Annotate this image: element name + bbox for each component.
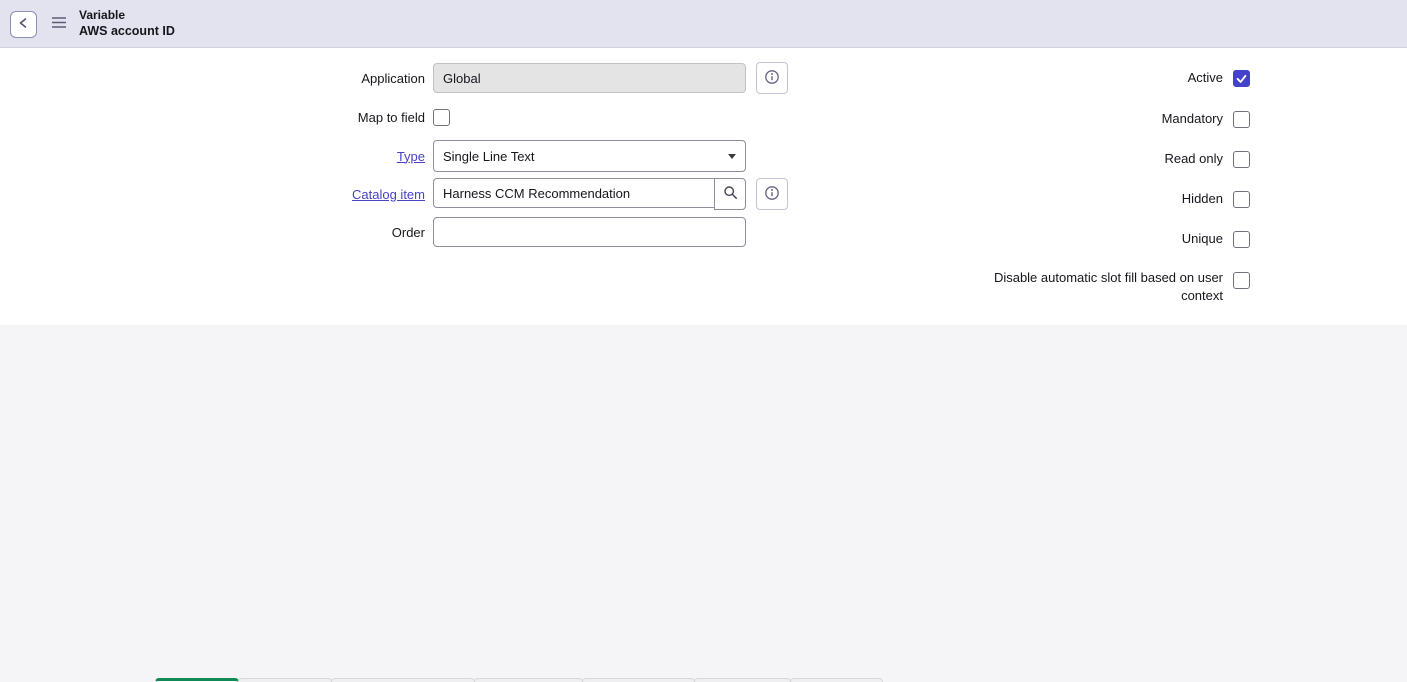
catalog-item-info-button[interactable] (756, 178, 788, 210)
header-bar: Variable AWS account ID (0, 0, 1407, 48)
mandatory-checkbox[interactable] (1233, 111, 1250, 128)
active-label: Active (973, 69, 1223, 87)
read-only-label: Read only (973, 150, 1223, 168)
hamburger-icon (51, 16, 67, 32)
catalog-item-row: Catalog item (0, 178, 788, 210)
tab-auto-populate[interactable]: Auto-populate (582, 678, 695, 682)
hidden-row: Hidden (973, 183, 1250, 215)
checkmark-icon (1235, 72, 1248, 85)
tab-question[interactable]: Question (155, 678, 239, 682)
record-type: Variable (79, 8, 175, 23)
disable-slot-fill-label: Disable automatic slot fill based on use… (973, 269, 1223, 305)
hidden-label: Hidden (973, 190, 1223, 208)
unique-checkbox[interactable] (1233, 231, 1250, 248)
type-select-value: Single Line Text (443, 149, 535, 164)
map-to-field-label: Map to field (0, 110, 425, 125)
order-label: Order (0, 225, 425, 240)
info-icon (764, 69, 780, 88)
order-row: Order (0, 216, 746, 248)
type-select[interactable]: Single Line Text (433, 140, 746, 172)
chevron-down-icon (728, 154, 736, 159)
active-row: Active (973, 62, 1250, 94)
application-input[interactable] (433, 63, 746, 93)
catalog-item-reference-field (433, 178, 746, 210)
unique-row: Unique (973, 223, 1250, 255)
catalog-item-input[interactable] (433, 178, 714, 208)
catalog-item-label-link[interactable]: Catalog item (0, 187, 425, 202)
type-label-link[interactable]: Type (0, 149, 425, 164)
application-label: Application (0, 71, 425, 86)
back-button[interactable] (10, 11, 37, 38)
record-header: Variable AWS account ID (79, 8, 175, 39)
hidden-checkbox[interactable] (1233, 191, 1250, 208)
tab-availability[interactable]: Availability (790, 678, 883, 682)
application-row: Application (0, 62, 788, 94)
map-to-field-checkbox[interactable] (433, 109, 450, 126)
tab-default-value[interactable]: Default Value (474, 678, 583, 682)
tab-strip: Question Annotation Type Specifications … (156, 678, 883, 682)
mandatory-row: Mandatory (973, 103, 1250, 135)
mandatory-label: Mandatory (973, 110, 1223, 128)
catalog-item-lookup-button[interactable] (714, 178, 746, 210)
disable-slot-fill-checkbox[interactable] (1233, 272, 1250, 289)
tab-annotation[interactable]: Annotation (238, 678, 332, 682)
disable-slot-fill-row: Disable automatic slot fill based on use… (973, 269, 1250, 305)
order-input[interactable] (433, 217, 746, 247)
tab-permission[interactable]: Permission (694, 678, 790, 682)
tab-type-specifications[interactable]: Type Specifications (331, 678, 475, 682)
menu-button[interactable] (50, 16, 68, 32)
page-title: AWS account ID (79, 23, 175, 39)
unique-label: Unique (973, 230, 1223, 248)
application-info-button[interactable] (756, 62, 788, 94)
type-row: Type Single Line Text (0, 140, 746, 172)
search-icon (723, 185, 738, 203)
map-to-field-row: Map to field (0, 101, 450, 133)
variable-record-page: Variable AWS account ID Application Map … (0, 0, 1407, 682)
chevron-left-icon (17, 16, 31, 33)
read-only-checkbox[interactable] (1233, 151, 1250, 168)
active-checkbox[interactable] (1233, 70, 1250, 87)
info-icon (764, 185, 780, 204)
read-only-row: Read only (973, 143, 1250, 175)
tabs-section: Question Annotation Type Specifications … (0, 325, 1407, 682)
